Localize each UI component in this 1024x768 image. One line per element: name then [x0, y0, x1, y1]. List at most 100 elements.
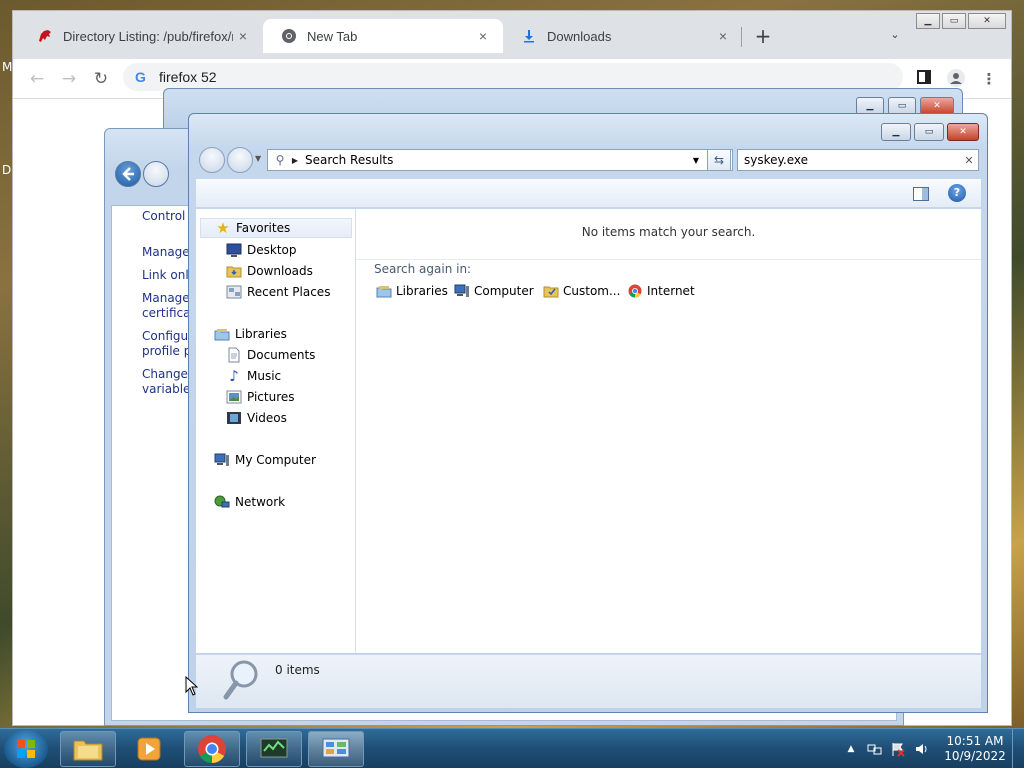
libraries-icon: [376, 283, 392, 299]
nav-documents[interactable]: Documents: [226, 345, 315, 365]
custom-folder-icon: [543, 283, 559, 299]
nav-downloads[interactable]: Downloads: [226, 261, 313, 281]
close-tab-icon[interactable]: ×: [233, 28, 253, 44]
nav-label: Desktop: [247, 243, 297, 257]
start-button[interactable]: [4, 730, 48, 768]
minimize-button[interactable]: ▁: [881, 123, 911, 141]
download-icon: [521, 28, 537, 44]
address-text: firefox 52: [159, 69, 217, 85]
nav-network[interactable]: Network: [214, 492, 285, 512]
nav-label: Favorites: [236, 221, 291, 235]
search-again-label-text: Internet: [647, 284, 695, 298]
star-icon: ★: [216, 219, 230, 237]
taskbar-clock[interactable]: 10:51 AM 10/9/2022: [940, 734, 1010, 764]
help-icon[interactable]: ?: [948, 184, 966, 202]
empty-results-message: No items match your search.: [581, 225, 756, 239]
back-button[interactable]: [199, 147, 225, 173]
nav-my-computer[interactable]: My Computer: [214, 450, 316, 470]
search-again-libraries[interactable]: Libraries: [376, 282, 448, 300]
maximize-button[interactable]: ▭: [942, 13, 966, 29]
tab-directory-listing[interactable]: Directory Listing: /pub/firefox/rel ×: [19, 19, 263, 53]
taskbar-chrome-button[interactable]: [184, 731, 240, 767]
taskbar-explorer-button[interactable]: [60, 731, 116, 767]
refresh-icon[interactable]: ⇆: [707, 149, 731, 171]
address-bar[interactable]: ⚲ ▶ Search Results ▼: [267, 149, 733, 171]
search-again-custom[interactable]: Custom...: [543, 282, 620, 300]
more-menu-icon[interactable]: ⋮: [978, 68, 1000, 90]
network-tray-icon[interactable]: [866, 741, 882, 757]
tab-title: Downloads: [547, 28, 612, 44]
forward-button[interactable]: [143, 161, 169, 187]
breadcrumb[interactable]: Search Results: [305, 153, 393, 167]
side-panel-icon[interactable]: [913, 68, 935, 90]
tab-downloads[interactable]: Downloads ×: [503, 19, 743, 53]
nav-label: Pictures: [247, 390, 295, 404]
search-again-label: Search again in:: [374, 262, 472, 276]
show-hidden-icons-icon[interactable]: ▲: [843, 741, 859, 757]
close-tab-icon[interactable]: ×: [713, 28, 733, 44]
volume-icon[interactable]: [914, 741, 930, 757]
nav-desktop[interactable]: Desktop: [226, 240, 297, 260]
show-desktop-button[interactable]: [1012, 729, 1024, 768]
music-note-icon: ♪: [229, 367, 239, 385]
address-dropdown-icon[interactable]: ▼: [688, 156, 704, 165]
explorer-window[interactable]: ▁ ▭ ✕ ▼ ⚲ ▶ Search Results ▼ ⇆ syskey.ex…: [188, 113, 988, 713]
tab-separator: [741, 27, 742, 47]
google-g-icon: G: [135, 69, 146, 85]
nav-label: Documents: [247, 348, 316, 362]
taskbar-system-monitor-button[interactable]: [246, 731, 302, 767]
tab-search-chevron-icon[interactable]: ⌄: [885, 25, 905, 45]
nav-favorites[interactable]: ★ Favorites: [200, 218, 352, 238]
close-tab-icon[interactable]: ×: [473, 28, 493, 44]
nav-recent-places[interactable]: Recent Places: [226, 282, 330, 302]
clock-time: 10:51 AM: [946, 734, 1004, 748]
new-tab-button[interactable]: +: [753, 24, 773, 48]
task-link[interactable]: Link onli: [142, 268, 192, 283]
address-bar[interactable]: G firefox 52: [123, 63, 903, 91]
system-monitor-icon: [260, 738, 288, 758]
close-button[interactable]: ✕: [968, 13, 1006, 29]
item-count: 0 items: [275, 663, 320, 677]
results-pane: No items match your search. Search again…: [356, 209, 981, 653]
tab-new-tab[interactable]: New Tab ×: [263, 19, 503, 53]
taskbar-media-player-button[interactable]: [121, 731, 177, 767]
close-button[interactable]: ✕: [947, 123, 979, 141]
forward-button[interactable]: [227, 147, 253, 173]
search-again-label-text: Computer: [474, 284, 534, 298]
taskbar-control-panel-button[interactable]: [308, 731, 364, 767]
recent-pages-chevron-icon[interactable]: ▼: [255, 154, 261, 163]
chrome-icon: [198, 735, 226, 763]
desktop-icon: [226, 242, 242, 258]
nav-libraries[interactable]: Libraries: [214, 324, 287, 344]
clear-search-icon[interactable]: ✕: [960, 154, 978, 167]
search-again-label-text: Libraries: [396, 284, 448, 298]
profile-avatar-icon[interactable]: [945, 68, 967, 90]
details-pane: 0 items: [196, 654, 981, 708]
search-again-computer[interactable]: Computer: [454, 282, 534, 300]
minimize-button[interactable]: ▁: [916, 13, 940, 29]
back-button[interactable]: [115, 161, 141, 187]
nav-music[interactable]: ♪ Music: [226, 366, 281, 386]
nav-videos[interactable]: Videos: [226, 408, 287, 428]
nav-pictures[interactable]: Pictures: [226, 387, 295, 407]
desktop-icon-label: M: [2, 60, 13, 74]
back-arrow-icon[interactable]: ←: [23, 65, 51, 93]
libraries-icon: [214, 326, 230, 342]
magnifier-icon: [220, 659, 260, 706]
action-center-flag-icon[interactable]: [890, 741, 906, 757]
forward-arrow-icon[interactable]: →: [55, 65, 83, 93]
breadcrumb-chevron-icon[interactable]: ▶: [289, 156, 301, 165]
reload-icon[interactable]: ↻: [87, 65, 115, 93]
maximize-button[interactable]: ▭: [914, 123, 944, 141]
search-input[interactable]: syskey.exe ✕: [737, 149, 979, 171]
tab-strip: Directory Listing: /pub/firefox/rel × Ne…: [13, 11, 1011, 59]
preview-pane-icon[interactable]: [913, 187, 929, 201]
nav-label: Downloads: [247, 264, 313, 278]
search-value: syskey.exe: [744, 153, 809, 167]
nav-label: Recent Places: [247, 285, 331, 299]
chrome-icon: [281, 28, 297, 44]
mouse-cursor-icon: [185, 675, 199, 699]
computer-icon: [454, 283, 470, 299]
divider: [356, 259, 981, 260]
search-again-internet[interactable]: Internet: [627, 282, 695, 300]
